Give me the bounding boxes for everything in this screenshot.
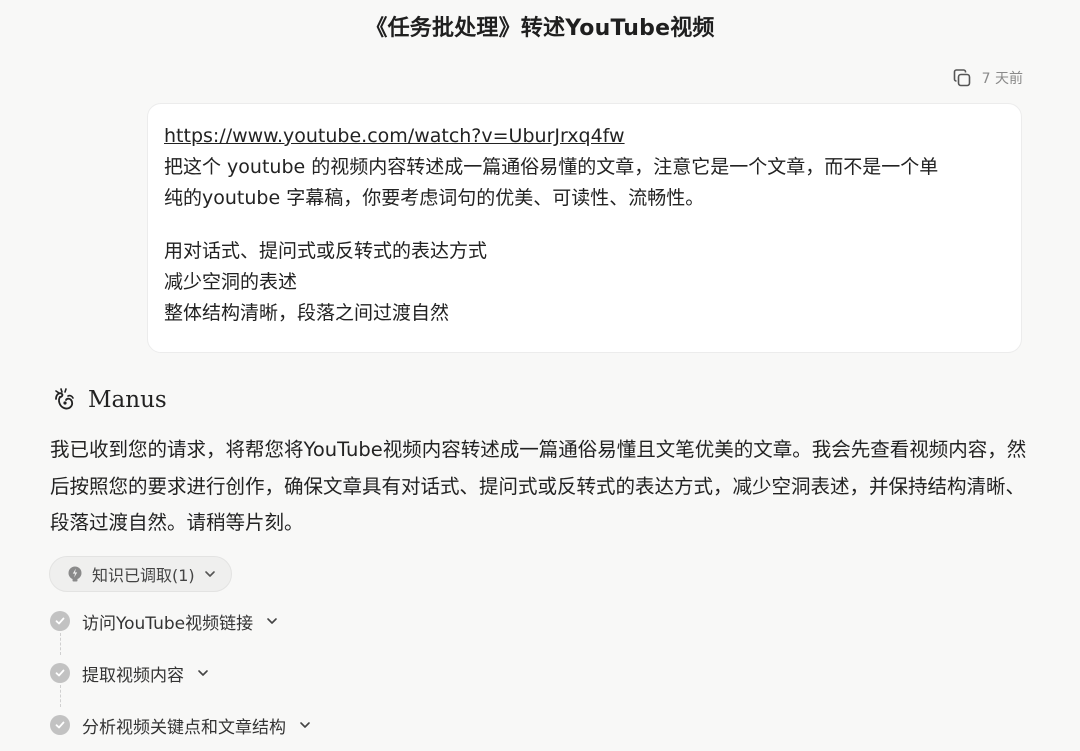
youtube-link[interactable]: https://www.youtube.com/watch?v=UburJrxq…	[164, 125, 625, 147]
check-circle-icon	[50, 663, 70, 683]
chevron-down-icon[interactable]	[196, 666, 210, 680]
task-step-label: 访问YouTube视频链接	[82, 613, 254, 634]
user-message-line: 减少空洞的表述	[164, 271, 298, 293]
page-title: 《任务批处理》转述YouTube视频	[365, 16, 715, 41]
agent-message: 我已收到您的请求，将帮您将YouTube视频内容转述成一篇通俗易懂且文笔优美的文…	[50, 438, 1027, 534]
knowledge-chip-label: 知识已调取(1)	[92, 566, 195, 585]
task-step-label: 提取视频内容	[82, 665, 184, 686]
message-timestamp: 7 天前	[981, 71, 1023, 87]
check-circle-icon	[50, 715, 70, 735]
manus-logo-icon	[55, 388, 74, 410]
task-step[interactable]: 访问YouTube视频链接	[50, 603, 279, 639]
message-meta: 7 天前	[952, 68, 1023, 88]
user-message-line: 用对话式、提问式或反转式的表达方式	[164, 240, 488, 262]
agent-name: Manus	[88, 387, 167, 413]
task-step-label: 分析视频关键点和文章结构	[82, 717, 286, 738]
task-step[interactable]: 提取视频内容	[50, 655, 210, 691]
user-message-line: 把这个 youtube 的视频内容转述成一篇通俗易懂的文章，注意它是一个文章，而…	[164, 156, 939, 178]
chat-page: 《任务批处理》转述YouTube视频 7 天前 https://www.yout…	[0, 0, 1080, 751]
user-message-line: 纯的youtube 字幕稿，你要考虑词句的优美、可读性、流畅性。	[164, 187, 705, 209]
chevron-down-icon	[204, 571, 215, 577]
chevron-down-icon[interactable]	[265, 614, 279, 628]
knowledge-chip[interactable]: 知识已调取(1)	[49, 556, 232, 592]
user-message-bubble: https://www.youtube.com/watch?v=UburJrxq…	[147, 103, 1022, 353]
agent-header: Manus	[50, 386, 167, 414]
user-message-line: 整体结构清晰，段落之间过渡自然	[164, 302, 450, 324]
check-circle-icon	[50, 611, 70, 631]
copy-icon[interactable]	[952, 68, 972, 88]
lightbulb-icon	[68, 566, 82, 582]
task-step[interactable]: 分析视频关键点和文章结构	[50, 707, 312, 743]
chevron-down-icon[interactable]	[298, 718, 312, 732]
